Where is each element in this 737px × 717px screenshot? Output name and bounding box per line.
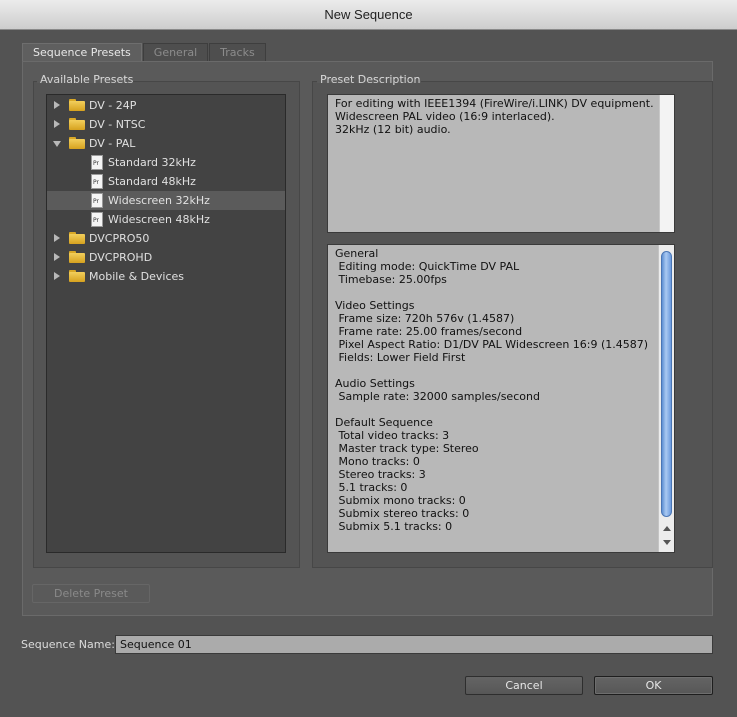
tree-folder-dv-24p[interactable]: DV - 24P bbox=[47, 96, 285, 115]
scroll-up-arrow-icon[interactable] bbox=[663, 526, 671, 531]
folder-icon bbox=[69, 270, 85, 282]
window-title: New Sequence bbox=[0, 0, 737, 30]
tree-preset-standard-32khz[interactable]: Pr Standard 32kHz bbox=[47, 153, 285, 172]
tree-preset-standard-48khz[interactable]: Pr Standard 48kHz bbox=[47, 172, 285, 191]
premiere-preset-file-icon: Pr bbox=[91, 212, 103, 227]
expand-arrow-icon[interactable] bbox=[54, 101, 60, 109]
folder-icon bbox=[69, 251, 85, 263]
sequence-name-label: Sequence Name: bbox=[21, 638, 115, 651]
tree-folder-dv-pal[interactable]: DV - PAL bbox=[47, 134, 285, 153]
collapse-arrow-icon[interactable] bbox=[53, 141, 61, 147]
expand-arrow-icon[interactable] bbox=[54, 253, 60, 261]
delete-preset-button[interactable]: Delete Preset bbox=[32, 584, 150, 603]
folder-icon bbox=[69, 232, 85, 244]
tree-folder-dvcprohd[interactable]: DVCPROHD bbox=[47, 248, 285, 267]
tree-item-label: DV - 24P bbox=[89, 99, 137, 112]
scroll-down-arrow-icon[interactable] bbox=[663, 540, 671, 545]
details-scrollbar[interactable] bbox=[658, 245, 674, 552]
folder-icon bbox=[69, 99, 85, 111]
tree-item-label: DVCPRO50 bbox=[89, 232, 150, 245]
preset-details-text: General Editing mode: QuickTime DV PAL T… bbox=[335, 247, 649, 533]
expand-arrow-icon[interactable] bbox=[54, 272, 60, 280]
tree-preset-widescreen-48khz[interactable]: Pr Widescreen 48kHz bbox=[47, 210, 285, 229]
description-scrollbar[interactable] bbox=[659, 95, 674, 232]
preset-details-box[interactable]: General Editing mode: QuickTime DV PAL T… bbox=[327, 244, 675, 553]
tree-item-label: DV - NTSC bbox=[89, 118, 146, 131]
ok-button[interactable]: OK bbox=[594, 676, 713, 695]
tab-sequence-presets[interactable]: Sequence Presets bbox=[22, 43, 142, 62]
tree-folder-dv-ntsc[interactable]: DV - NTSC bbox=[47, 115, 285, 134]
tree-folder-dvcpro50[interactable]: DVCPRO50 bbox=[47, 229, 285, 248]
tree-preset-widescreen-32khz[interactable]: Pr Widescreen 32kHz bbox=[47, 191, 285, 210]
tab-tracks[interactable]: Tracks bbox=[209, 43, 266, 62]
preset-description-box[interactable]: For editing with IEEE1394 (FireWire/i.LI… bbox=[327, 94, 675, 233]
tree-item-label: DV - PAL bbox=[89, 137, 136, 150]
tree-item-label: Widescreen 48kHz bbox=[108, 213, 210, 226]
premiere-preset-file-icon: Pr bbox=[91, 174, 103, 189]
tree-item-label: Mobile & Devices bbox=[89, 270, 185, 283]
tab-bar: Sequence Presets General Tracks bbox=[22, 43, 267, 62]
cancel-button[interactable]: Cancel bbox=[465, 676, 583, 695]
premiere-preset-file-icon: Pr bbox=[91, 155, 103, 170]
tree-item-label: Standard 32kHz bbox=[108, 156, 196, 169]
folder-icon bbox=[69, 137, 85, 149]
sequence-name-input[interactable] bbox=[115, 635, 713, 654]
presets-tree[interactable]: DV - 24P DV - NTSC DV - PAL Pr Standard … bbox=[46, 94, 286, 553]
tree-item-label: DVCPROHD bbox=[89, 251, 153, 264]
preset-description-label: Preset Description bbox=[320, 73, 421, 86]
expand-arrow-icon[interactable] bbox=[54, 120, 60, 128]
tree-folder-mobile-devices[interactable]: Mobile & Devices bbox=[47, 267, 285, 286]
available-presets-label: Available Presets bbox=[40, 73, 134, 86]
tree-item-label: Widescreen 32kHz bbox=[108, 194, 210, 207]
folder-icon bbox=[69, 118, 85, 130]
preset-description-text: For editing with IEEE1394 (FireWire/i.LI… bbox=[335, 97, 654, 136]
tab-general[interactable]: General bbox=[142, 43, 209, 62]
tree-item-label: Standard 48kHz bbox=[108, 175, 196, 188]
premiere-preset-file-icon: Pr bbox=[91, 193, 103, 208]
expand-arrow-icon[interactable] bbox=[54, 234, 60, 242]
scrollbar-thumb[interactable] bbox=[661, 251, 672, 517]
